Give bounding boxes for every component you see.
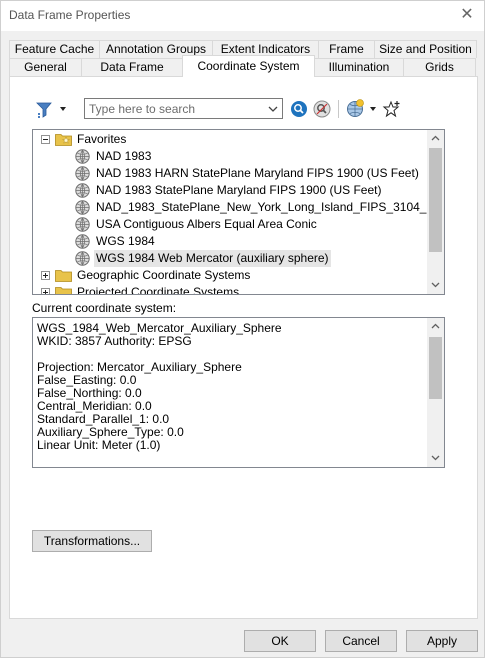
globe-icon [75, 183, 90, 198]
details-line: WKID: 3857 Authority: EPSG [37, 334, 192, 348]
tree-label: NAD 1983 HARN StatePlane Maryland FIPS 1… [96, 166, 419, 180]
globe-add-icon [347, 99, 376, 117]
tab-data-frame[interactable]: Data Frame [81, 58, 183, 76]
cancel-button[interactable]: Cancel [325, 630, 397, 652]
tree-label: USA Contiguous Albers Equal Area Conic [96, 217, 317, 231]
dialog-title: Data Frame Properties [9, 8, 131, 22]
tree-label: NAD 1983 StatePlane Maryland FIPS 1900 (… [96, 183, 382, 197]
tree-scrollbar[interactable] [427, 130, 444, 294]
search-icon [291, 101, 307, 117]
expand-toggle[interactable] [41, 271, 50, 280]
tree-label: NAD 1983 [96, 149, 152, 163]
tab-row-2: General Data Frame Coordinate System Ill… [9, 55, 476, 77]
add-to-favorites-button[interactable] [382, 98, 402, 120]
clear-search-button[interactable] [313, 98, 333, 120]
collapse-toggle[interactable] [41, 135, 50, 144]
folder-icon [55, 287, 72, 294]
transformations-button[interactable]: Transformations... [32, 530, 152, 552]
tree-item-nad-1983-new-york-long-island[interactable]: NAD_1983_StatePlane_New_York_Long_Island… [33, 199, 444, 216]
filter-icon [36, 102, 66, 118]
tree-node-favorites[interactable]: Favorites [33, 131, 428, 148]
tree-label: Favorites [77, 132, 127, 146]
scroll-up-icon[interactable] [427, 130, 444, 147]
globe-icon [75, 251, 90, 266]
chevron-down-icon[interactable] [266, 101, 280, 116]
favorites-folder-icon [55, 134, 72, 146]
close-icon[interactable]: ✕ [456, 4, 478, 26]
globe-icon [75, 166, 90, 181]
search-box [84, 98, 283, 119]
tree-item-nad-1983[interactable]: NAD 1983 [33, 148, 428, 165]
details-line: Linear Unit: Meter (1.0) [37, 438, 161, 452]
tree-item-nad-1983-harn-maryland[interactable]: NAD 1983 HARN StatePlane Maryland FIPS 1… [33, 165, 428, 182]
search-input[interactable] [85, 99, 263, 118]
globe-icon [75, 234, 90, 249]
scroll-up-icon[interactable] [427, 318, 444, 335]
tree-node-projected[interactable]: Projected Coordinate Systems [33, 284, 428, 295]
toolbar-separator [338, 100, 339, 118]
tab-grids[interactable]: Grids [403, 58, 476, 76]
tab-feature-cache[interactable]: Feature Cache [9, 40, 100, 58]
tree-label: NAD_1983_StatePlane_New_York_Long_Island… [96, 200, 445, 214]
apply-button[interactable]: Apply [406, 630, 478, 652]
tab-frame[interactable]: Frame [318, 40, 375, 58]
title-bar: Data Frame Properties ✕ [1, 1, 484, 31]
tree-item-wgs-1984-web-mercator[interactable]: WGS 1984 Web Mercator (auxiliary sphere) [33, 250, 428, 267]
tree-node-geographic[interactable]: Geographic Coordinate Systems [33, 267, 428, 284]
tree-label: Projected Coordinate Systems [77, 285, 240, 295]
globe-icon [75, 217, 90, 232]
tree-item-nad-1983-maryland[interactable]: NAD 1983 StatePlane Maryland FIPS 1900 (… [33, 182, 428, 199]
coordinate-system-tree[interactable]: Favorites NAD 1983 NAD 1983 HARN StatePl… [32, 129, 445, 295]
add-coordinate-system-button[interactable] [345, 98, 379, 120]
ok-button[interactable]: OK [244, 630, 316, 652]
globe-icon [75, 149, 90, 164]
dialog-window: Data Frame Properties ✕ Feature Cache An… [0, 0, 485, 658]
tree-label: WGS 1984 [96, 234, 155, 248]
scroll-thumb[interactable] [429, 148, 442, 252]
current-coordinate-system-label: Current coordinate system: [32, 301, 177, 315]
scroll-down-icon[interactable] [427, 450, 444, 467]
tab-coordinate-system[interactable]: Coordinate System [182, 55, 315, 77]
expand-toggle[interactable] [41, 288, 50, 294]
tree-label: WGS 1984 Web Mercator (auxiliary sphere) [94, 250, 331, 267]
tree-label: Geographic Coordinate Systems [77, 268, 251, 282]
scroll-down-icon[interactable] [427, 277, 444, 294]
tab-size-and-position[interactable]: Size and Position [374, 40, 477, 58]
tree-item-usa-albers[interactable]: USA Contiguous Albers Equal Area Conic [33, 216, 428, 233]
scroll-thumb[interactable] [429, 337, 442, 399]
clear-search-icon [313, 100, 331, 118]
search-go-button[interactable] [290, 98, 310, 120]
folder-icon [55, 270, 72, 282]
current-coordinate-system-details[interactable]: WGS_1984_Web_Mercator_Auxiliary_Sphere W… [32, 317, 445, 468]
globe-icon [75, 200, 90, 215]
tree-item-wgs-1984[interactable]: WGS 1984 [33, 233, 428, 250]
add-favorite-star-icon [382, 100, 400, 118]
tab-general[interactable]: General [9, 58, 82, 76]
details-scrollbar[interactable] [427, 318, 444, 467]
tab-illumination[interactable]: Illumination [314, 58, 404, 76]
filter-button[interactable] [35, 98, 69, 120]
